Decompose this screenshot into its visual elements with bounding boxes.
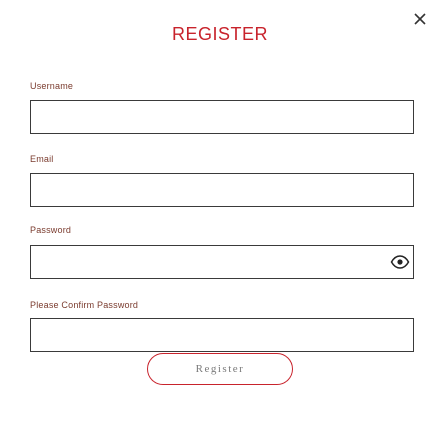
password-label: Password — [30, 225, 72, 235]
password-field[interactable] — [30, 245, 414, 279]
eye-icon[interactable] — [390, 254, 410, 270]
dialog-title: REGISTER — [171, 24, 268, 44]
confirm-password-label: Please Confirm Password — [30, 300, 139, 310]
username-field[interactable] — [30, 100, 414, 134]
username-label: Username — [30, 81, 74, 91]
register-dialog: REGISTER Username Email Password Please … — [0, 0, 440, 441]
register-button[interactable]: Register — [147, 353, 293, 385]
email-field[interactable] — [30, 173, 414, 207]
confirm-password-field[interactable] — [30, 318, 414, 352]
email-label: Email — [30, 154, 54, 164]
